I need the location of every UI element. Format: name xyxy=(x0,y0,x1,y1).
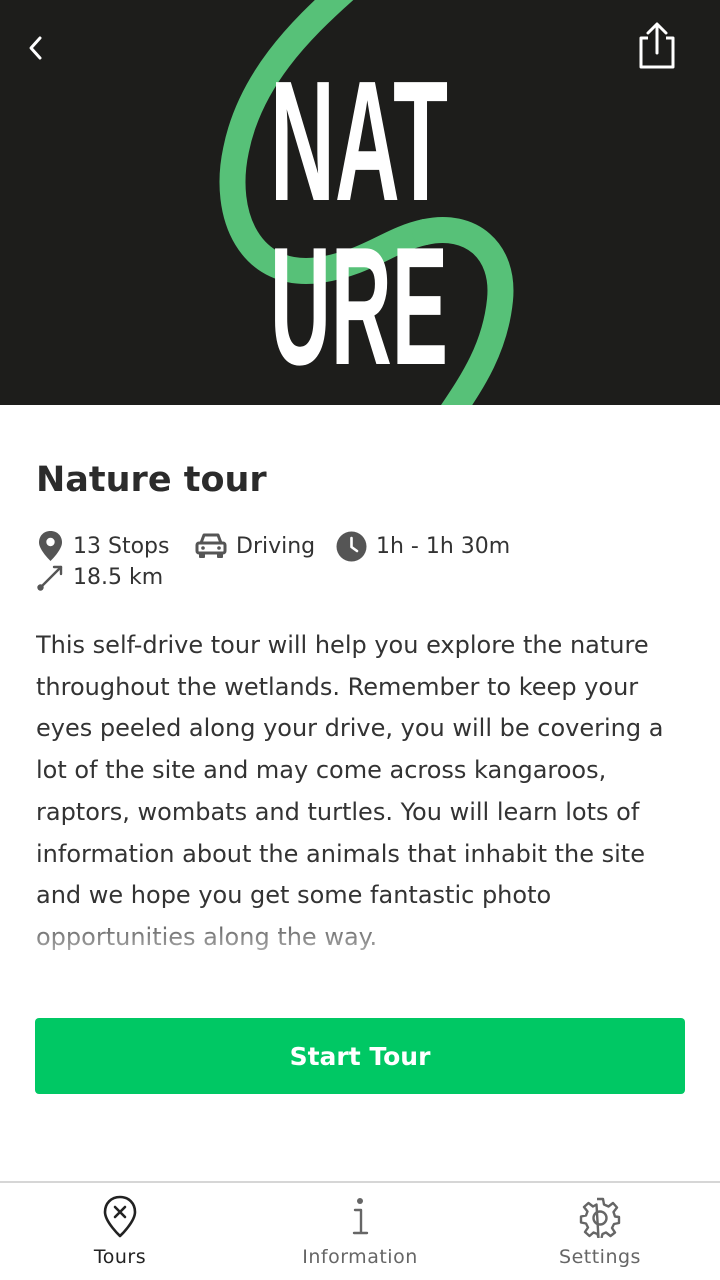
duration: 1h - 1h 30m xyxy=(376,533,511,559)
info-icon xyxy=(352,1198,369,1235)
chevron-left-icon xyxy=(29,36,42,60)
back-button[interactable] xyxy=(8,20,64,76)
map-pin-icon xyxy=(39,531,62,561)
tab-label-information: Information xyxy=(302,1246,418,1268)
clock-icon xyxy=(336,531,367,561)
tab-label-settings: Settings xyxy=(559,1246,641,1268)
hero-image: NAT URE xyxy=(0,0,720,405)
nature-logo-artwork: NAT URE xyxy=(219,0,514,405)
page-title: Nature tour xyxy=(36,460,267,500)
bottom-tab-bar: Tours Information Settings xyxy=(0,1181,720,1280)
mode-info: Driving xyxy=(194,529,315,563)
stops-info: 13 Stops xyxy=(36,529,169,563)
tab-label-tours: Tours xyxy=(93,1246,147,1268)
share-button[interactable] xyxy=(629,18,685,74)
tab-information[interactable]: Information xyxy=(240,1183,480,1280)
duration-info: 1h - 1h 30m xyxy=(335,529,510,563)
travel-mode: Driving xyxy=(236,533,316,559)
map-pin-x-icon xyxy=(103,1195,137,1238)
tour-description: This self-drive tour will help you explo… xyxy=(36,631,664,951)
logo-line-1: NAT xyxy=(270,44,448,236)
car-icon xyxy=(195,533,227,558)
tab-tours[interactable]: Tours xyxy=(0,1183,240,1280)
distance-icon xyxy=(37,565,63,591)
gear-icon xyxy=(579,1197,621,1238)
start-tour-button[interactable]: Start Tour xyxy=(35,1018,685,1094)
tab-settings[interactable]: Settings xyxy=(480,1183,720,1280)
stops-count: 13 Stops xyxy=(73,533,170,559)
distance: 18.5 km xyxy=(73,564,164,590)
share-icon xyxy=(639,22,675,69)
distance-info: 18.5 km xyxy=(36,560,163,594)
